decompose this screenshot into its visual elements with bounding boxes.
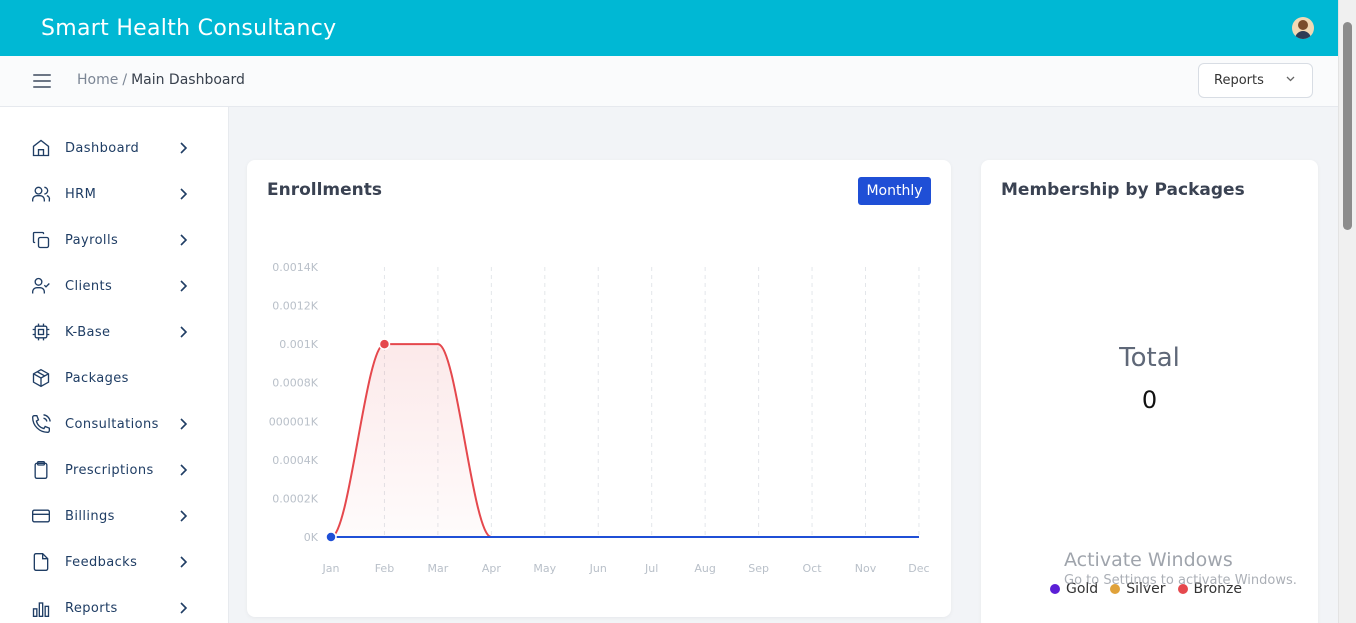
copy-icon — [32, 231, 50, 249]
donut-total-value: 0 — [1141, 386, 1158, 414]
y-tick-label: 000001K — [269, 415, 319, 428]
sidebar: Dashboard HRM Payrolls Clients K-Base Pa… — [0, 107, 229, 623]
sidebar-item-feedbacks[interactable]: Feedbacks — [0, 542, 229, 582]
app-title[interactable]: Smart Health Consultancy — [41, 16, 336, 41]
user-avatar[interactable] — [1292, 17, 1314, 39]
x-tick-label: Nov — [855, 562, 877, 575]
sidebar-item-label: Payrolls — [65, 232, 119, 248]
sidebar-item-billings[interactable]: Billings — [0, 496, 229, 536]
sidebar-item-label: Feedbacks — [65, 554, 138, 570]
watermark-subtitle: Go to Settings to activate Windows. — [1064, 573, 1297, 588]
data-point — [378, 338, 391, 350]
sidebar-item-label: Dashboard — [65, 140, 140, 156]
chevron-right-icon — [180, 556, 188, 568]
package-icon — [32, 368, 50, 388]
chevron-right-icon — [180, 234, 188, 246]
y-tick-label: 0.0002K — [272, 492, 318, 505]
chevron-right-icon — [180, 418, 188, 430]
legend-dot — [1050, 584, 1060, 594]
sidebar-item-label: HRM — [65, 186, 97, 202]
x-tick-label: Jun — [589, 562, 607, 575]
donut-total-label: Total — [1119, 343, 1180, 373]
activation-watermark: Activate Windows Go to Settings to activ… — [1064, 549, 1297, 588]
sidebar-item-consultations[interactable]: Consultations — [0, 404, 229, 444]
x-tick-label: Apr — [482, 562, 502, 575]
users-icon — [32, 186, 51, 202]
sidebar-item-label: Clients — [65, 278, 113, 294]
chevron-right-icon — [180, 280, 188, 292]
sidebar-item-clients[interactable]: Clients — [0, 266, 229, 306]
file-icon — [33, 553, 49, 571]
breadcrumb-separator: / — [122, 72, 128, 88]
home-icon — [32, 139, 50, 157]
reports-dropdown-label: Reports — [1214, 73, 1264, 88]
sidebar-item-label: Packages — [65, 370, 129, 386]
chevron-down-icon — [1286, 76, 1295, 82]
x-tick-label: May — [533, 562, 556, 575]
membership-title: Membership by Packages — [1001, 180, 1245, 200]
reports-dropdown[interactable]: Reports — [1198, 63, 1313, 98]
x-tick-label: Sep — [748, 562, 769, 575]
y-tick-label: 0.001K — [279, 338, 318, 351]
top-header-bar: Smart Health Consultancy — [0, 0, 1338, 56]
y-tick-label: 0.0004K — [272, 454, 318, 467]
user-check-icon — [32, 277, 50, 294]
chevron-right-icon — [180, 188, 188, 200]
y-tick-label: 0.0012K — [272, 300, 318, 313]
chevron-right-icon — [180, 602, 188, 614]
clipboard-icon — [34, 461, 48, 479]
sidebar-item-payrolls[interactable]: Payrolls — [0, 220, 229, 260]
sidebar-item-dashboard[interactable]: Dashboard — [0, 128, 229, 168]
breadcrumb-current: Main Dashboard — [131, 72, 245, 88]
x-tick-label: Feb — [375, 562, 394, 575]
chevron-right-icon — [180, 510, 188, 522]
enrollments-card: Enrollments Monthly 0K 0.0002K 0.0004K 0000… — [247, 160, 951, 617]
sidebar-item-reports[interactable]: Reports — [0, 588, 229, 623]
watermark-title: Activate Windows — [1064, 549, 1233, 571]
bar-chart-icon — [32, 602, 50, 617]
sidebar-item-k-base[interactable]: K-Base — [0, 312, 229, 352]
sidebar-item-prescriptions[interactable]: Prescriptions — [0, 450, 229, 490]
breadcrumb: Home / Main Dashboard — [77, 72, 245, 88]
data-point — [325, 531, 337, 543]
series-area — [331, 344, 919, 537]
phone-call-icon — [31, 414, 51, 434]
sidebar-item-label: Prescriptions — [65, 462, 154, 478]
breadcrumb-home[interactable]: Home — [77, 72, 118, 88]
credit-card-icon — [32, 509, 50, 523]
chevron-right-icon — [180, 326, 188, 338]
x-tick-label: Mar — [428, 562, 449, 575]
chevron-right-icon — [180, 142, 188, 154]
scrollbar-thumb[interactable] — [1343, 22, 1352, 230]
sidebar-item-label: K-Base — [65, 324, 111, 340]
cpu-icon — [32, 323, 50, 341]
breadcrumb-bar: Home / Main Dashboard Reports — [0, 56, 1338, 107]
x-tick-label: Jul — [644, 562, 658, 575]
y-tick-label: 0.0014K — [272, 261, 318, 274]
sidebar-item-label: Billings — [65, 508, 115, 524]
y-tick-label: 0K — [304, 531, 319, 544]
chevron-right-icon — [180, 464, 188, 476]
x-tick-label: Aug — [694, 562, 715, 575]
sidebar-item-label: Reports — [65, 600, 118, 616]
enrollments-chart: 0K 0.0002K 0.0004K 000001K 0.0008K 0.001K 0.00… — [269, 261, 930, 575]
sidebar-item-hrm[interactable]: HRM — [0, 174, 229, 214]
menu-toggle-icon[interactable] — [33, 74, 51, 88]
x-tick-label: Oct — [803, 562, 823, 575]
sidebar-item-packages[interactable]: Packages — [0, 358, 229, 398]
y-tick-label: 0.0008K — [272, 377, 318, 390]
sidebar-item-label: Consultations — [65, 416, 159, 432]
x-tick-label: Dec — [908, 562, 929, 575]
page-scrollbar[interactable] — [1338, 0, 1356, 623]
x-tick-label: Jan — [322, 562, 340, 575]
